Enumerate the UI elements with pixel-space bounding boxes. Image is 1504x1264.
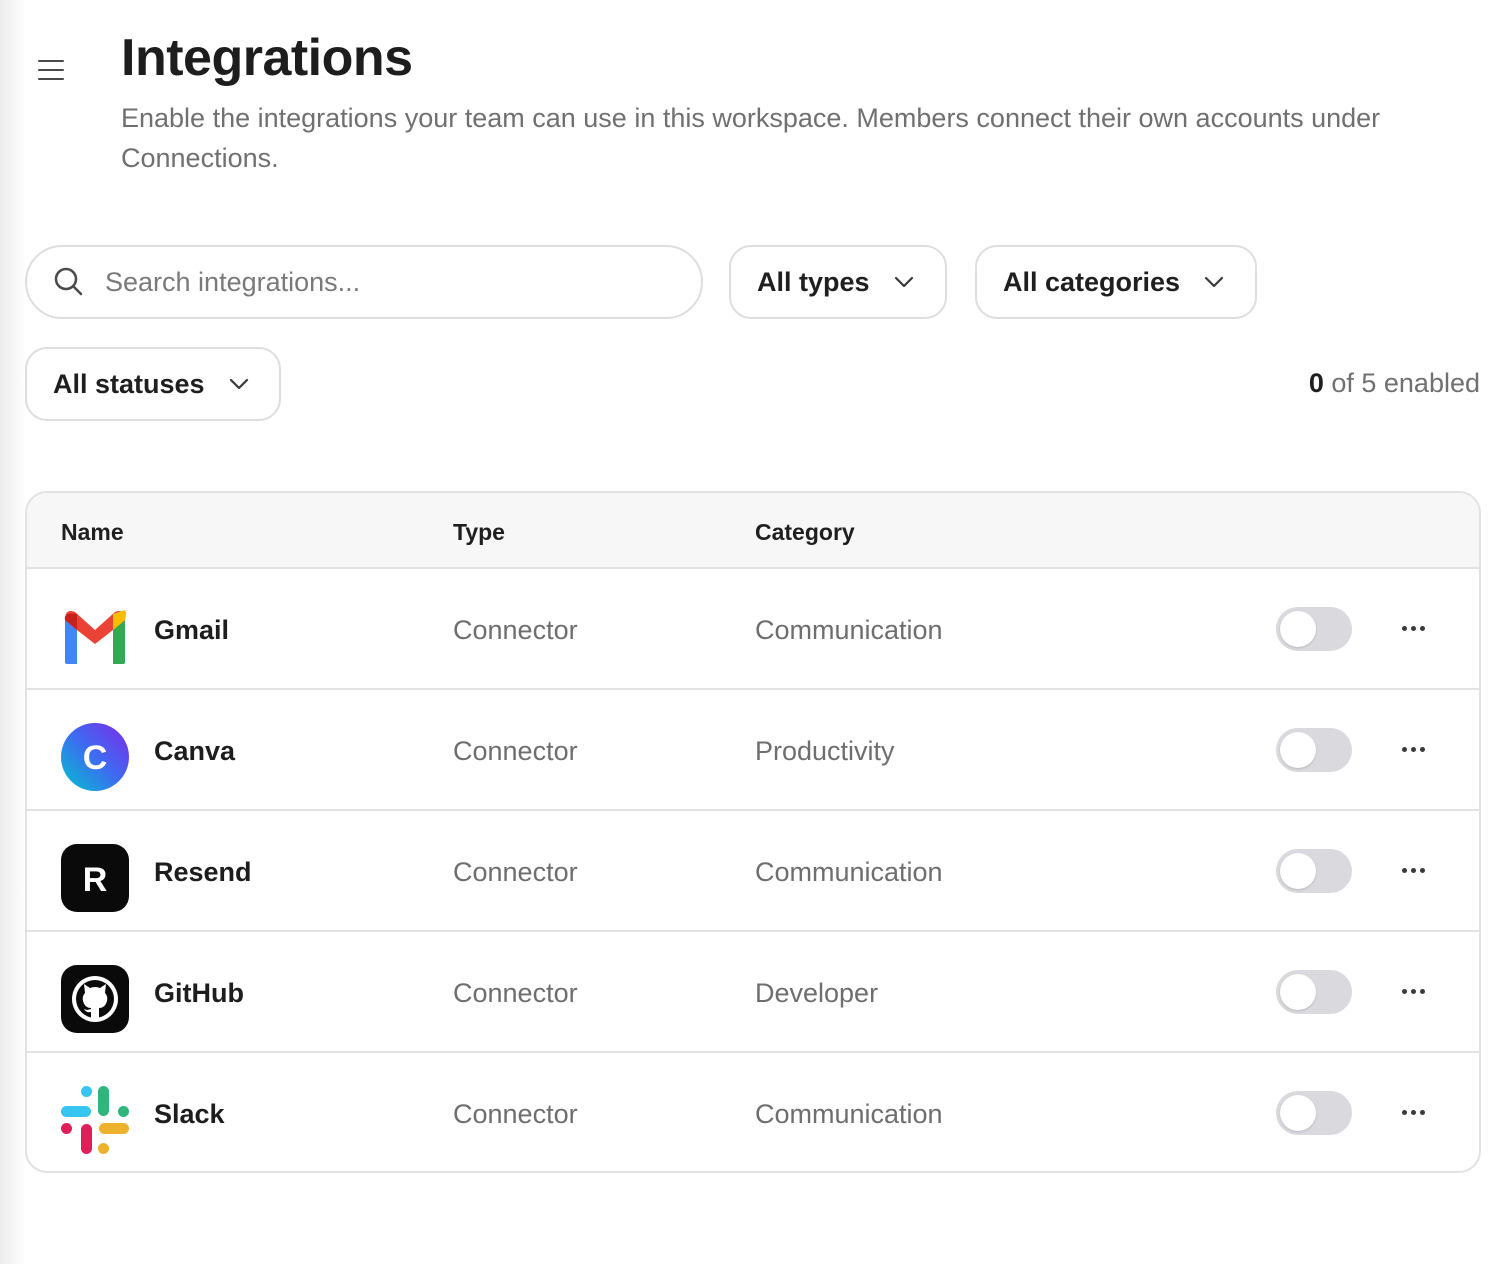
github-logo-icon: [61, 965, 129, 1033]
column-header-category: Category: [755, 519, 855, 545]
categories-dropdown-label: All categories: [1003, 266, 1181, 297]
integration-type: Connector: [453, 1099, 578, 1129]
integration-type: Connector: [453, 857, 578, 887]
table-row: Slack Connector Communication: [27, 1053, 1479, 1171]
types-dropdown-label: All types: [757, 266, 870, 297]
canva-logo-letter: C: [83, 739, 108, 777]
integration-name: Resend: [154, 857, 252, 887]
search-input[interactable]: [105, 266, 665, 298]
categories-dropdown[interactable]: All categories: [975, 245, 1257, 319]
enable-toggle[interactable]: [1276, 607, 1352, 651]
integration-category: Productivity: [755, 736, 895, 766]
table-row: R Resend Connector Communication: [27, 811, 1479, 932]
resend-logo-letter: R: [83, 861, 108, 899]
more-options-icon[interactable]: [1393, 613, 1433, 643]
integration-category: Communication: [755, 615, 943, 645]
integration-category: Communication: [755, 1099, 943, 1129]
types-dropdown[interactable]: All types: [729, 245, 947, 319]
enabled-count-number: 0: [1308, 368, 1324, 398]
more-options-icon[interactable]: [1393, 1097, 1433, 1127]
gmail-logo-icon: [64, 610, 126, 664]
statuses-dropdown-label: All statuses: [53, 368, 205, 399]
statuses-dropdown[interactable]: All statuses: [25, 347, 281, 421]
column-header-type: Type: [453, 519, 505, 545]
integration-type: Connector: [453, 978, 578, 1008]
canva-logo-icon: C: [61, 723, 129, 791]
enable-toggle[interactable]: [1276, 728, 1352, 772]
slack-logo-icon: [61, 1086, 129, 1154]
search-box[interactable]: [25, 245, 703, 319]
integration-name: GitHub: [154, 978, 244, 1008]
integration-name: Canva: [154, 736, 236, 766]
integration-category: Developer: [755, 978, 879, 1008]
search-icon: [54, 267, 83, 296]
column-header-name: Name: [61, 519, 124, 545]
enabled-count: 0 of 5 enabled: [1309, 368, 1480, 399]
resend-logo-icon: R: [61, 844, 129, 912]
integrations-table: Name Type Category Gmail Connector Commu…: [25, 491, 1481, 1173]
integration-type: Connector: [453, 615, 578, 645]
page-description: Enable the integrations your team can us…: [121, 103, 1381, 173]
enable-toggle[interactable]: [1276, 970, 1352, 1014]
page-title: Integrations: [121, 29, 413, 87]
chevron-down-icon: [229, 378, 249, 390]
enable-toggle[interactable]: [1276, 1091, 1352, 1135]
table-row: C Canva Connector Productivity: [27, 690, 1479, 811]
table-row: GitHub Connector Developer: [27, 932, 1479, 1053]
more-options-icon[interactable]: [1393, 855, 1433, 885]
integration-name: Slack: [154, 1099, 225, 1129]
table-row: Gmail Connector Communication: [27, 569, 1479, 690]
chevron-down-icon: [1204, 276, 1224, 288]
enable-toggle[interactable]: [1276, 849, 1352, 893]
integration-name: Gmail: [154, 615, 230, 645]
integration-category: Communication: [755, 857, 943, 887]
chevron-down-icon: [894, 276, 914, 288]
enabled-count-suffix: of 5 enabled: [1331, 368, 1480, 398]
more-options-icon[interactable]: [1393, 734, 1433, 764]
more-options-icon[interactable]: [1393, 976, 1433, 1006]
table-header: Name Type Category: [27, 493, 1479, 569]
menu-icon[interactable]: [34, 54, 70, 86]
integration-type: Connector: [453, 736, 578, 766]
left-edge-shade: [0, 0, 26, 1264]
